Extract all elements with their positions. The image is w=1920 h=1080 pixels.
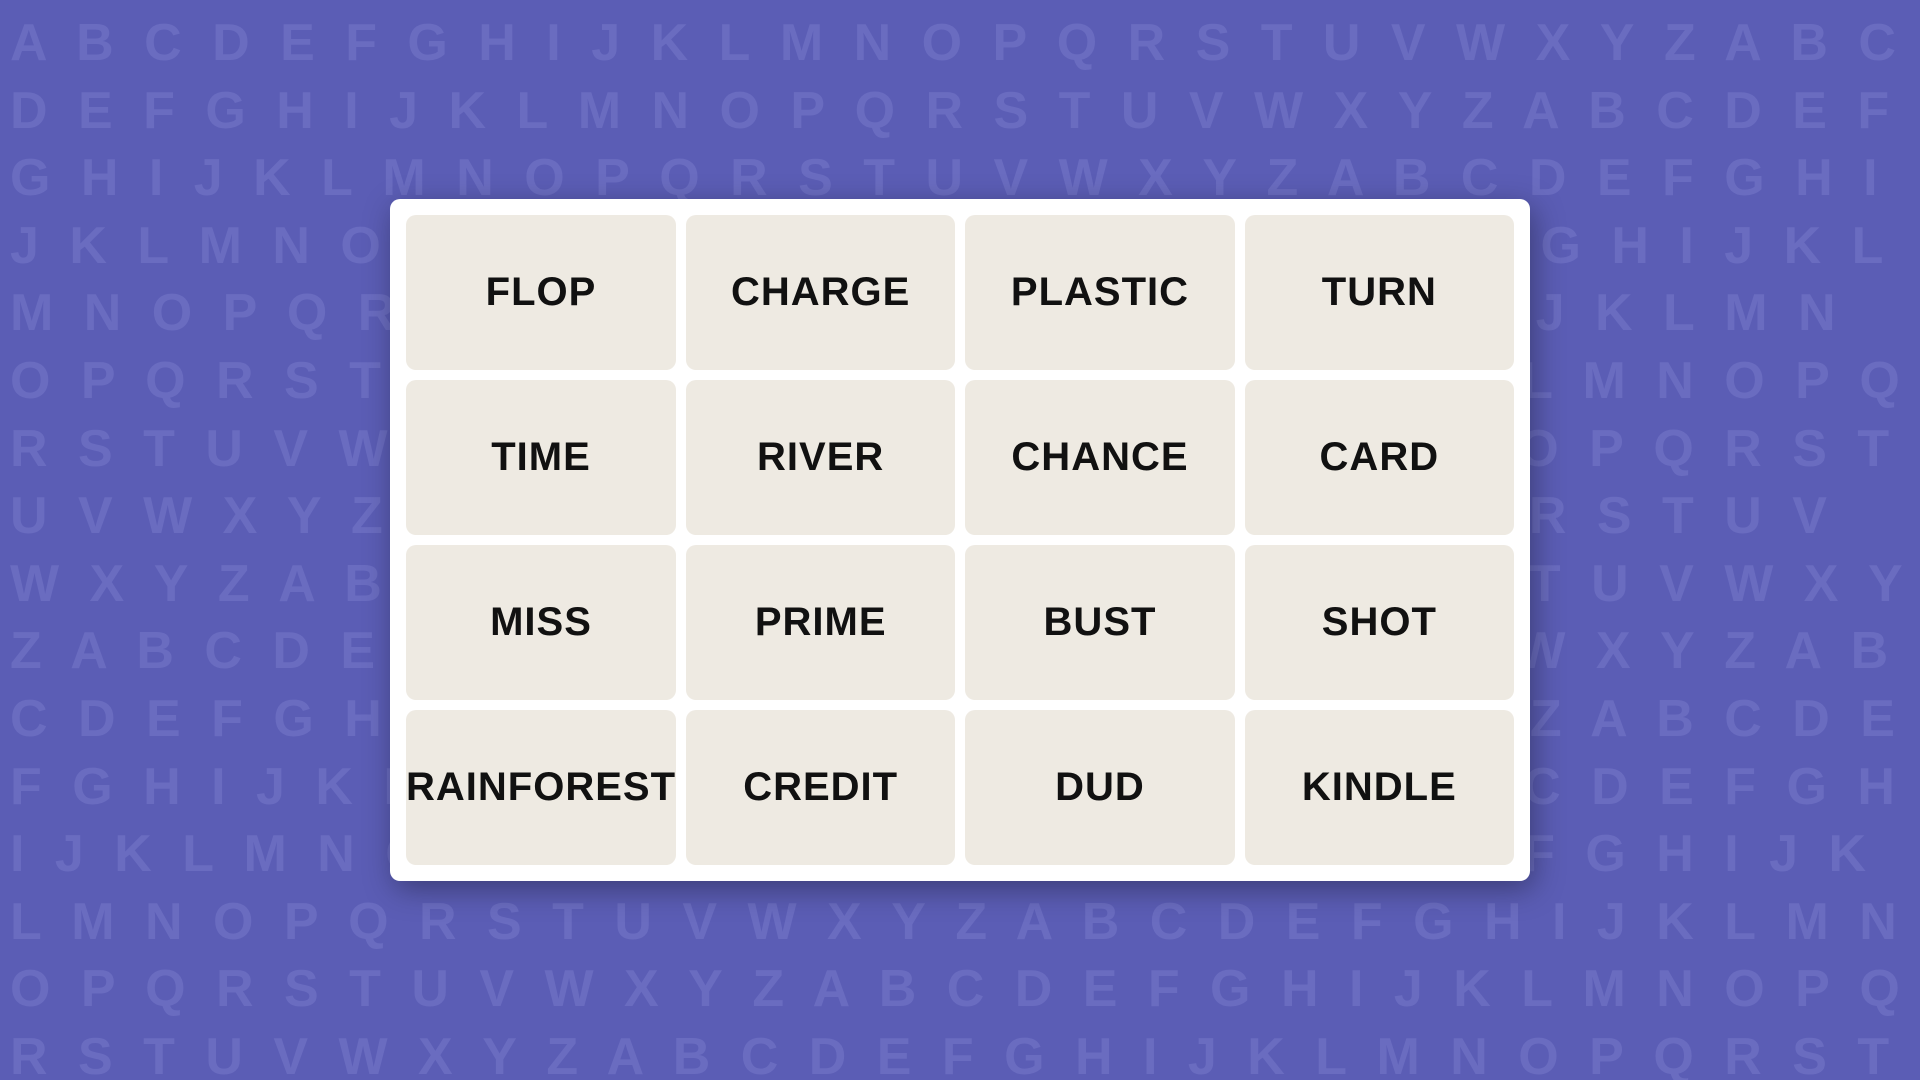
cell-prime[interactable]: PRIME xyxy=(686,545,955,700)
cell-label-shot: SHOT xyxy=(1322,600,1437,645)
cell-label-chance: CHANCE xyxy=(1011,435,1188,480)
cell-label-bust: BUST xyxy=(1044,600,1157,645)
cell-label-plastic: PLASTIC xyxy=(1011,270,1189,315)
cell-label-prime: PRIME xyxy=(755,600,887,645)
cell-turn[interactable]: TURN xyxy=(1245,215,1514,370)
cell-label-turn: TURN xyxy=(1322,270,1437,315)
cell-plastic[interactable]: PLASTIC xyxy=(965,215,1234,370)
cell-river[interactable]: RIVER xyxy=(686,380,955,535)
word-grid: FLOP CHARGE PLASTIC TURN TIME RIVER CHANCE CARD… xyxy=(406,215,1514,865)
cell-charge[interactable]: CHARGE xyxy=(686,215,955,370)
cell-label-dud: DUD xyxy=(1055,765,1145,810)
cell-rainforest[interactable]: RAINFOREST xyxy=(406,710,676,865)
cell-chance[interactable]: CHANCE xyxy=(965,380,1234,535)
cell-label-time: TIME xyxy=(491,435,591,480)
cell-flop[interactable]: FLOP xyxy=(406,215,676,370)
cell-kindle[interactable]: KINDLE xyxy=(1245,710,1514,865)
cell-label-credit: CREDIT xyxy=(743,765,898,810)
cell-shot[interactable]: SHOT xyxy=(1245,545,1514,700)
cell-bust[interactable]: BUST xyxy=(965,545,1234,700)
cell-label-rainforest: RAINFOREST xyxy=(406,765,676,810)
cell-credit[interactable]: CREDIT xyxy=(686,710,955,865)
cell-miss[interactable]: MISS xyxy=(406,545,676,700)
cell-label-flop: FLOP xyxy=(486,270,597,315)
word-grid-container: FLOP CHARGE PLASTIC TURN TIME RIVER CHANCE CARD… xyxy=(390,199,1530,881)
cell-label-kindle: KINDLE xyxy=(1302,765,1457,810)
cell-label-river: RIVER xyxy=(757,435,884,480)
cell-dud[interactable]: DUD xyxy=(965,710,1234,865)
cell-label-card: CARD xyxy=(1320,435,1440,480)
cell-card[interactable]: CARD xyxy=(1245,380,1514,535)
cell-time[interactable]: TIME xyxy=(406,380,676,535)
cell-label-miss: MISS xyxy=(490,600,592,645)
cell-label-charge: CHARGE xyxy=(731,270,910,315)
